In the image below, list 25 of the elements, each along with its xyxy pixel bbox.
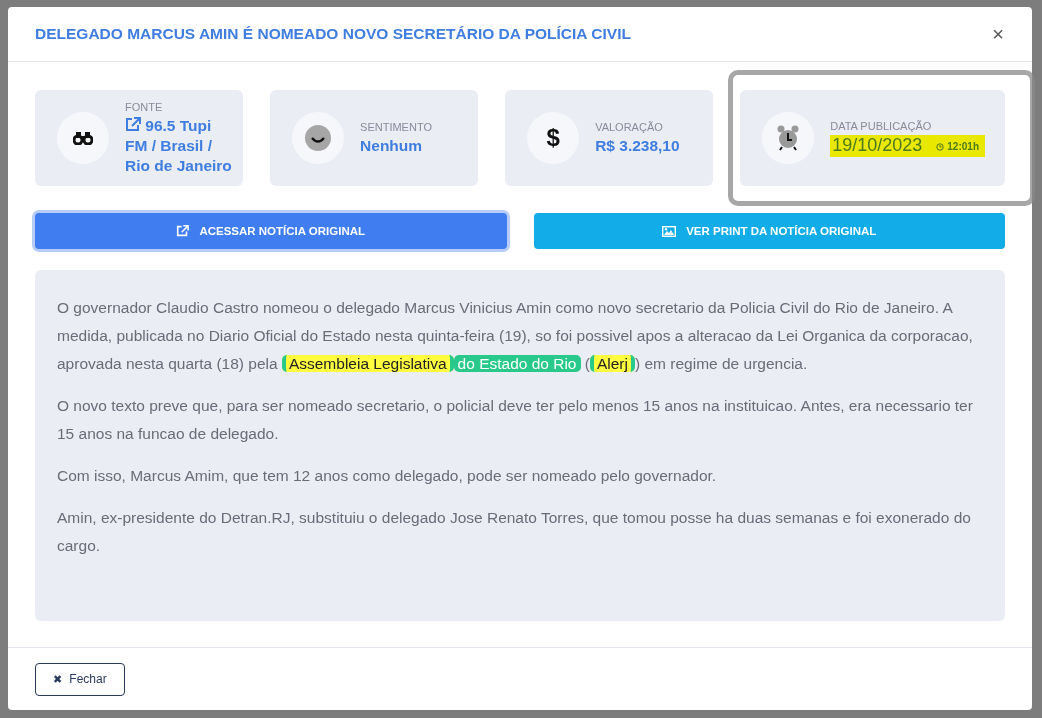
view-print-button[interactable]: VER PRINT DA NOTÍCIA ORIGINAL: [533, 213, 1005, 249]
external-link-icon: [176, 225, 190, 237]
image-icon: [662, 225, 677, 237]
alarm-clock-icon: [776, 125, 801, 151]
article-paragraph: O governador Claudio Castro nomeou o delegado Marcus Vinicius Amin como novo secretario da Policia Civil do Rio de Janeiro. A medida, publicada no Diario Oficial do Estado nesta quinta-feira (19), so foi possivel apos a alteracao da Lei Organica da corporacao, aprovada nesta quarta (18) pela Assembleia Legislativa do Estado do Rio ( Alerj ) em regime de urgencia.: [57, 298, 974, 374]
card-label: VALORAÇÃO: [595, 120, 664, 133]
article-paragraph: O novo texto preve que, para ser nomeado secretario, o policial deve ter pelo menos 15 anos na instituicao. Antes, era necessario ter 15 anos na funcao de delegado.: [57, 396, 974, 444]
article-paragraph: Com isso, Marcus Amim, que tem 12 anos como delegado, pode ser nomeado pelo governador.: [57, 466, 718, 486]
article-paragraph: Amin, ex-presidente do Detran.RJ, substituiu o delegado Jose Renato Torres, que tomou posse ha duas semanas e foi exonerado do cargo.: [57, 508, 972, 556]
card-label: DATA PUBLICAÇÃO: [830, 119, 933, 132]
close-dialog-button[interactable]: ✖ Fechar: [35, 662, 125, 696]
value-value: R$ 3.238,10: [595, 135, 680, 156]
binoculars-icon: [73, 131, 93, 145]
publication-date: 19/10/2023 12:01h: [830, 134, 985, 157]
source-link[interactable]: 96.5 Tupi FM / Brasil / Rio de Janeiro: [125, 115, 234, 176]
card-label: FONTE: [125, 100, 164, 113]
sentiment-value: Nenhum: [360, 135, 424, 156]
neutral-face-icon: [305, 125, 332, 151]
dollar-icon: $: [546, 124, 560, 152]
modal-title: DELEGADO MARCUS AMIN É NOMEADO NOVO SECRETÁRIO DA POLÍCIA CIVIL: [35, 25, 631, 43]
clock-icon: [936, 142, 945, 151]
card-label: SENTIMENTO: [360, 120, 432, 133]
external-link-icon: [125, 116, 141, 132]
close-button[interactable]: ×: [988, 22, 1008, 46]
open-original-button[interactable]: ACESSAR NOTÍCIA ORIGINAL: [35, 213, 507, 249]
